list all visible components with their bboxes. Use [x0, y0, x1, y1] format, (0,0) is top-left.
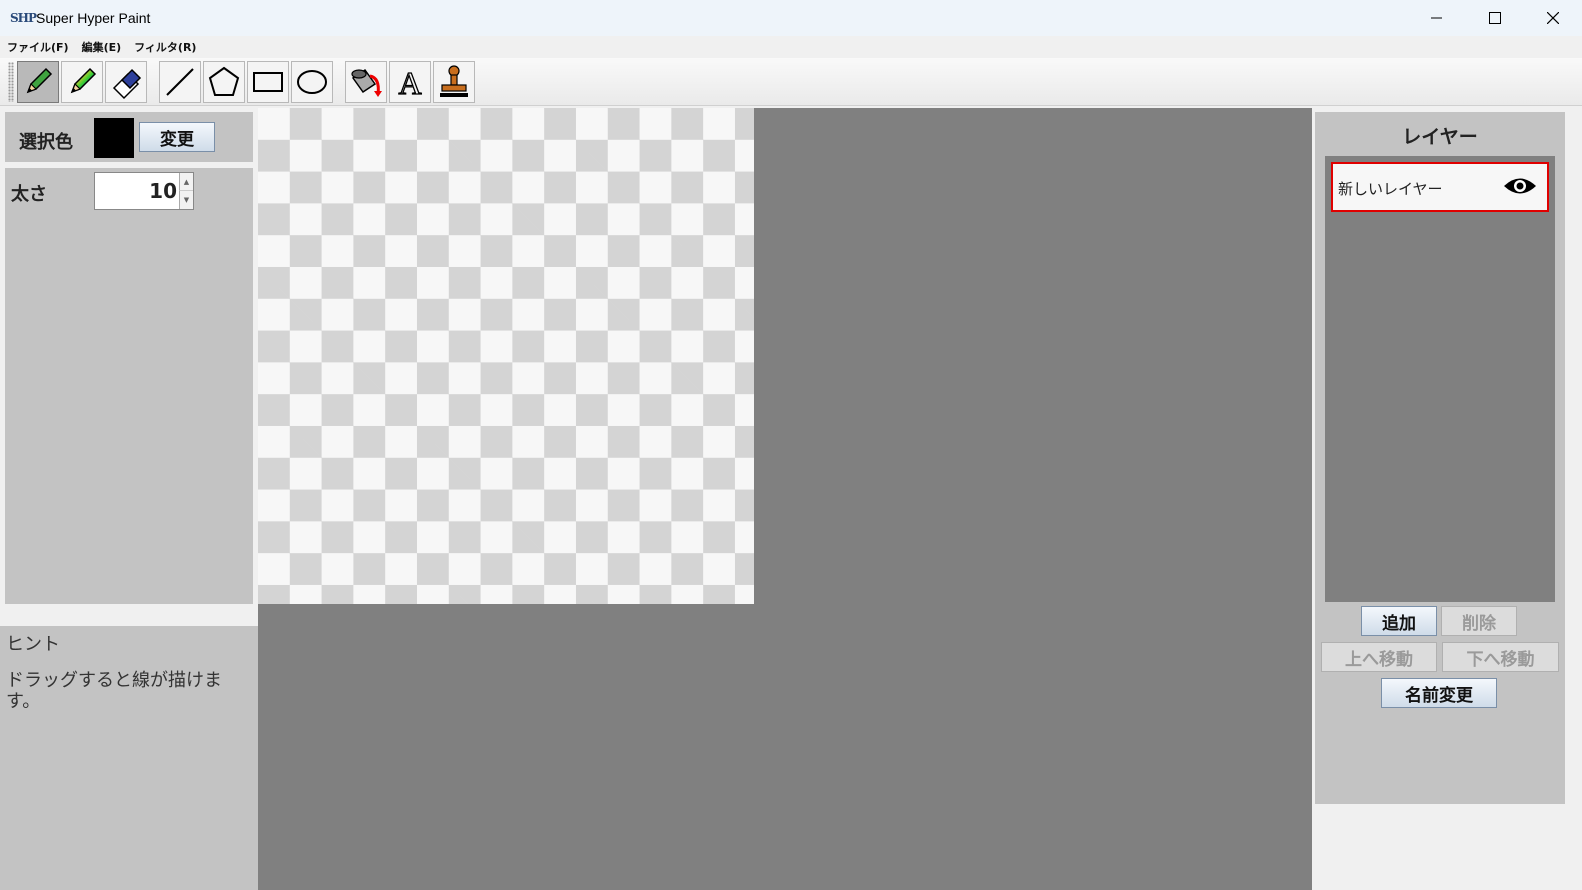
canvas-area[interactable]	[258, 108, 1312, 890]
line-tool-button[interactable]	[159, 60, 201, 103]
rename-layer-button[interactable]: 名前変更	[1381, 678, 1497, 708]
rainbow-pencil-icon	[70, 67, 97, 93]
layer-section: レイヤー 新しいレイヤー 追加 削除 上へ移動 下へ移動 名前変更	[1315, 112, 1565, 804]
layer-name: 新しいレイヤー	[1338, 180, 1443, 198]
toolbar-grip[interactable]	[8, 61, 14, 102]
window-title: Super Hyper Paint	[36, 10, 151, 26]
move-layer-up-button[interactable]: 上へ移動	[1321, 642, 1437, 672]
rectangle-icon	[253, 71, 283, 92]
change-color-button[interactable]: 変更	[139, 122, 215, 152]
app-window: SHP Super Hyper Paint ファイル(F) 編集(E) フィルタ…	[0, 0, 1582, 890]
pencil-tool-button[interactable]	[17, 60, 59, 103]
close-icon	[1547, 12, 1559, 24]
width-label: 太さ	[11, 184, 47, 205]
maximize-icon	[1489, 12, 1501, 24]
pentagon-icon	[208, 66, 240, 96]
add-layer-button[interactable]: 追加	[1361, 606, 1437, 636]
app-logo-icon: SHP	[10, 11, 37, 25]
line-icon	[166, 67, 194, 96]
left-panel: 選択色 変更 太さ 10 ▲ ▼ ヒント ドラッグすると線が描けます。	[0, 108, 258, 890]
width-spinner[interactable]: 10 ▲ ▼	[94, 172, 194, 210]
fill-bucket-tool-button[interactable]	[345, 60, 387, 103]
rainbow-pencil-tool-button[interactable]	[61, 60, 103, 103]
spinner-down-button[interactable]: ▼	[179, 191, 193, 209]
title-bar: SHP Super Hyper Paint	[0, 0, 1582, 36]
chevron-up-icon: ▲	[183, 177, 190, 186]
stamp-tool-button[interactable]	[433, 60, 475, 103]
move-layer-down-button[interactable]: 下へ移動	[1442, 642, 1559, 672]
ellipse-tool-button[interactable]	[291, 60, 333, 103]
toolbar: A	[0, 58, 1582, 106]
ellipse-icon	[297, 69, 327, 94]
menu-bar: ファイル(F) 編集(E) フィルタ(R)	[0, 36, 1582, 58]
delete-layer-button[interactable]: 削除	[1441, 606, 1517, 636]
menu-file[interactable]: ファイル(F)	[7, 39, 69, 55]
drawing-canvas[interactable]	[258, 108, 754, 604]
minimize-button[interactable]	[1408, 0, 1466, 36]
menu-edit[interactable]: 編集(E)	[82, 39, 122, 55]
polygon-tool-button[interactable]	[203, 60, 245, 103]
maximize-button[interactable]	[1466, 0, 1524, 36]
width-section: 太さ 10 ▲ ▼	[5, 168, 253, 604]
layer-item[interactable]: 新しいレイヤー	[1331, 162, 1549, 212]
menu-filter[interactable]: フィルタ(R)	[134, 39, 196, 55]
svg-text:A: A	[398, 65, 421, 100]
eraser-tool-button[interactable]	[105, 60, 147, 103]
selected-color-label: 選択色	[19, 132, 73, 153]
eraser-icon	[112, 68, 142, 99]
hint-section: ヒント ドラッグすると線が描けます。	[0, 626, 258, 890]
spinner-up-button[interactable]: ▲	[179, 173, 193, 191]
minimize-icon	[1431, 17, 1442, 19]
layer-panel: レイヤー 新しいレイヤー 追加 削除 上へ移動 下へ移動 名前変更	[1312, 108, 1582, 890]
stamp-icon	[440, 64, 468, 97]
rectangle-tool-button[interactable]	[247, 60, 289, 103]
eye-icon[interactable]	[1503, 175, 1537, 197]
layer-panel-title: レイヤー	[1402, 126, 1478, 148]
width-value[interactable]: 10	[149, 179, 177, 203]
pencil-icon	[26, 67, 53, 93]
color-section: 選択色 変更	[5, 112, 253, 162]
text-icon: A	[398, 64, 422, 100]
layer-list[interactable]: 新しいレイヤー	[1325, 156, 1555, 602]
chevron-down-icon: ▼	[183, 196, 190, 204]
hint-title: ヒント	[6, 634, 60, 655]
paint-bucket-icon	[351, 68, 382, 97]
text-tool-button[interactable]: A	[389, 60, 431, 103]
selected-color-swatch[interactable]	[94, 118, 134, 158]
hint-text: ドラッグすると線が描けます。	[6, 670, 222, 712]
close-button[interactable]	[1524, 0, 1582, 36]
